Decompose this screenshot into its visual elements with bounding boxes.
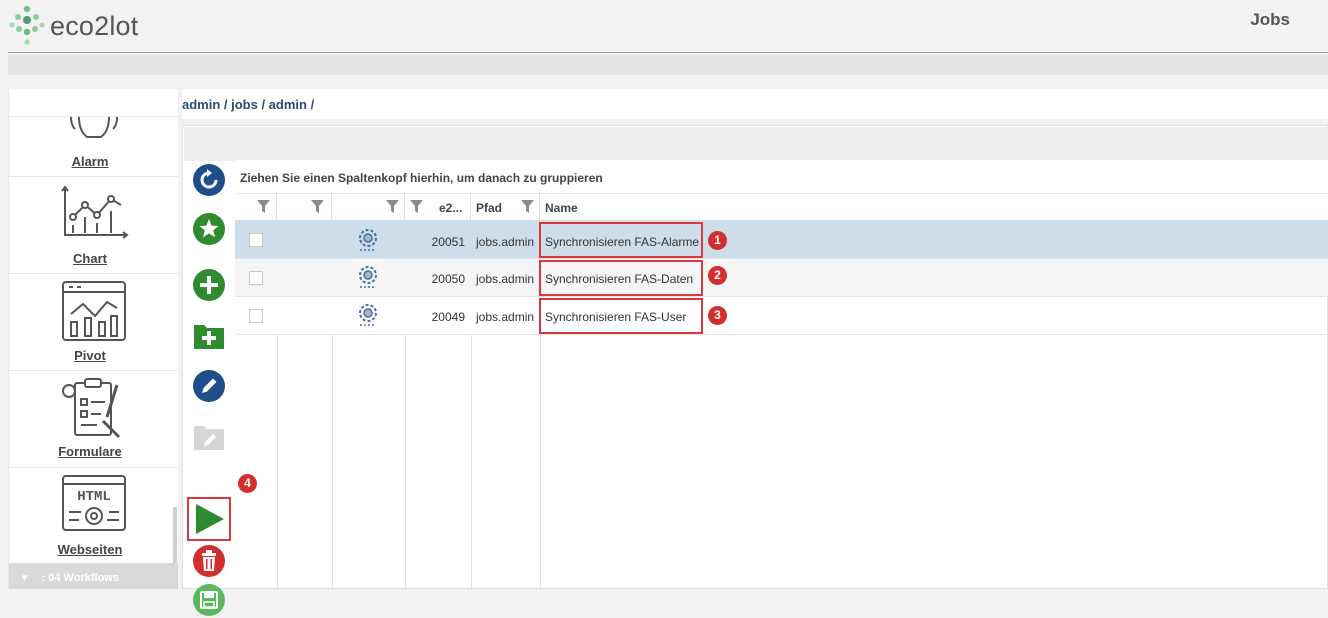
panel-header bbox=[184, 127, 1328, 161]
play-icon bbox=[196, 504, 224, 534]
workflow-group-bar[interactable]: ▾ : 04 Workflows bbox=[9, 563, 178, 589]
filter-icon[interactable] bbox=[521, 200, 534, 213]
star-icon bbox=[193, 213, 225, 245]
favorite-button[interactable] bbox=[191, 211, 227, 247]
action-toolbar bbox=[183, 160, 235, 616]
sidebar-item-pivot[interactable]: Pivot bbox=[9, 274, 178, 371]
refresh-icon bbox=[193, 164, 225, 196]
column-header-select[interactable] bbox=[235, 194, 277, 221]
column-label-path: Pfad bbox=[476, 201, 503, 215]
highlight-frame bbox=[539, 222, 703, 258]
save-icon bbox=[193, 584, 225, 616]
bell-icon bbox=[70, 116, 118, 138]
plus-icon bbox=[193, 269, 225, 301]
row-path: jobs.admin bbox=[476, 272, 535, 286]
folder-edit-icon bbox=[194, 426, 224, 450]
sidebar-item-label: Formulare bbox=[58, 444, 122, 459]
sidebar-item-alarm[interactable]: Alarm bbox=[9, 116, 178, 177]
row-id: 20050 bbox=[431, 272, 465, 286]
filter-icon[interactable] bbox=[386, 200, 399, 213]
row-path: jobs.admin bbox=[476, 310, 535, 324]
filter-icon[interactable] bbox=[257, 200, 270, 213]
sidebar-scrollbar[interactable] bbox=[173, 507, 177, 567]
sidebar-item-webseiten[interactable]: HTML Webseiten bbox=[9, 468, 178, 563]
trash-icon bbox=[193, 545, 225, 577]
row-path: jobs.admin bbox=[476, 235, 535, 249]
run-button[interactable] bbox=[191, 501, 227, 537]
delete-button[interactable] bbox=[191, 543, 227, 579]
form-icon bbox=[62, 378, 121, 439]
column-header-icon[interactable] bbox=[332, 194, 405, 221]
edit-button[interactable] bbox=[191, 368, 227, 404]
sidebar-item-label: Pivot bbox=[74, 348, 106, 363]
edit-folder-button bbox=[191, 419, 227, 455]
table-row[interactable]: 20051 jobs.admin Synchronisieren FAS-Ala… bbox=[235, 221, 1328, 259]
sidebar: Alarm Chart Pivot Formulare HTML Webseit… bbox=[8, 89, 178, 589]
svg-text:HTML: HTML bbox=[77, 489, 111, 505]
column-header-id[interactable]: e2... bbox=[405, 194, 471, 221]
column-divider bbox=[405, 335, 406, 590]
annotation-badge: 3 bbox=[708, 306, 727, 325]
add-button[interactable] bbox=[191, 267, 227, 303]
pencil-icon bbox=[193, 370, 225, 402]
column-divider bbox=[332, 335, 333, 590]
sidebar-item-label: Webseiten bbox=[57, 542, 123, 557]
highlight-frame bbox=[539, 260, 703, 296]
app-logo[interactable]: eco2lot bbox=[8, 2, 138, 50]
sidebar-item-chart[interactable]: Chart bbox=[9, 177, 178, 274]
breadcrumb[interactable]: admin / jobs / admin / bbox=[182, 89, 1328, 119]
header-divider bbox=[8, 52, 1328, 53]
row-id: 20049 bbox=[431, 310, 465, 324]
html-icon: HTML bbox=[62, 475, 126, 531]
page-title: Jobs bbox=[1250, 10, 1290, 29]
column-label-name: Name bbox=[545, 201, 578, 215]
header-strip bbox=[8, 55, 1328, 75]
refresh-button[interactable] bbox=[191, 162, 227, 198]
column-label-id: e2... bbox=[439, 201, 463, 215]
column-divider bbox=[471, 335, 472, 590]
jobs-grid: Ziehen Sie einen Spaltenkopf hierhin, um… bbox=[235, 160, 1328, 590]
pivot-icon bbox=[62, 281, 126, 341]
group-drop-zone[interactable]: Ziehen Sie einen Spaltenkopf hierhin, um… bbox=[235, 160, 1328, 194]
row-checkbox[interactable] bbox=[249, 309, 263, 323]
annotation-badge: 1 bbox=[708, 231, 727, 250]
job-icon bbox=[359, 304, 377, 326]
column-divider bbox=[540, 335, 541, 590]
table-row[interactable]: 20049 jobs.admin Synchronisieren FAS-Use… bbox=[235, 297, 1328, 335]
logo-icon bbox=[9, 5, 45, 45]
sidebar-item-label: Alarm bbox=[71, 154, 109, 169]
filter-icon[interactable] bbox=[410, 200, 423, 213]
add-folder-button[interactable] bbox=[191, 318, 227, 354]
sidebar-header bbox=[9, 89, 178, 117]
filter-icon[interactable] bbox=[311, 200, 324, 213]
caret-down-icon: ▾ bbox=[22, 572, 28, 584]
save-button[interactable] bbox=[191, 582, 227, 618]
annotation-badge: 2 bbox=[708, 266, 727, 285]
table-row[interactable]: 20050 jobs.admin Synchronisieren FAS-Dat… bbox=[235, 259, 1328, 297]
row-checkbox[interactable] bbox=[249, 271, 263, 285]
chart-icon bbox=[61, 185, 129, 239]
job-icon bbox=[359, 229, 377, 251]
row-checkbox[interactable] bbox=[249, 233, 263, 247]
folder-plus-icon bbox=[194, 325, 224, 349]
app-name: eco2lot bbox=[50, 10, 139, 41]
highlight-frame bbox=[539, 298, 703, 334]
sidebar-item-label: Chart bbox=[73, 251, 107, 266]
column-divider bbox=[277, 335, 278, 590]
sidebar-item-formulare[interactable]: Formulare bbox=[9, 371, 178, 468]
workflow-group-label: : 04 Workflows bbox=[41, 572, 119, 584]
jobs-panel: 4 Ziehen Sie einen Spaltenkopf hierhin, … bbox=[182, 125, 1328, 616]
column-header-path[interactable]: Pfad bbox=[471, 194, 540, 221]
job-icon bbox=[359, 266, 377, 288]
column-header-2[interactable] bbox=[277, 194, 332, 221]
top-bar: eco2lot Jobs bbox=[0, 0, 1328, 52]
row-id: 20051 bbox=[431, 235, 465, 249]
column-header-name[interactable]: Name bbox=[540, 194, 1328, 221]
